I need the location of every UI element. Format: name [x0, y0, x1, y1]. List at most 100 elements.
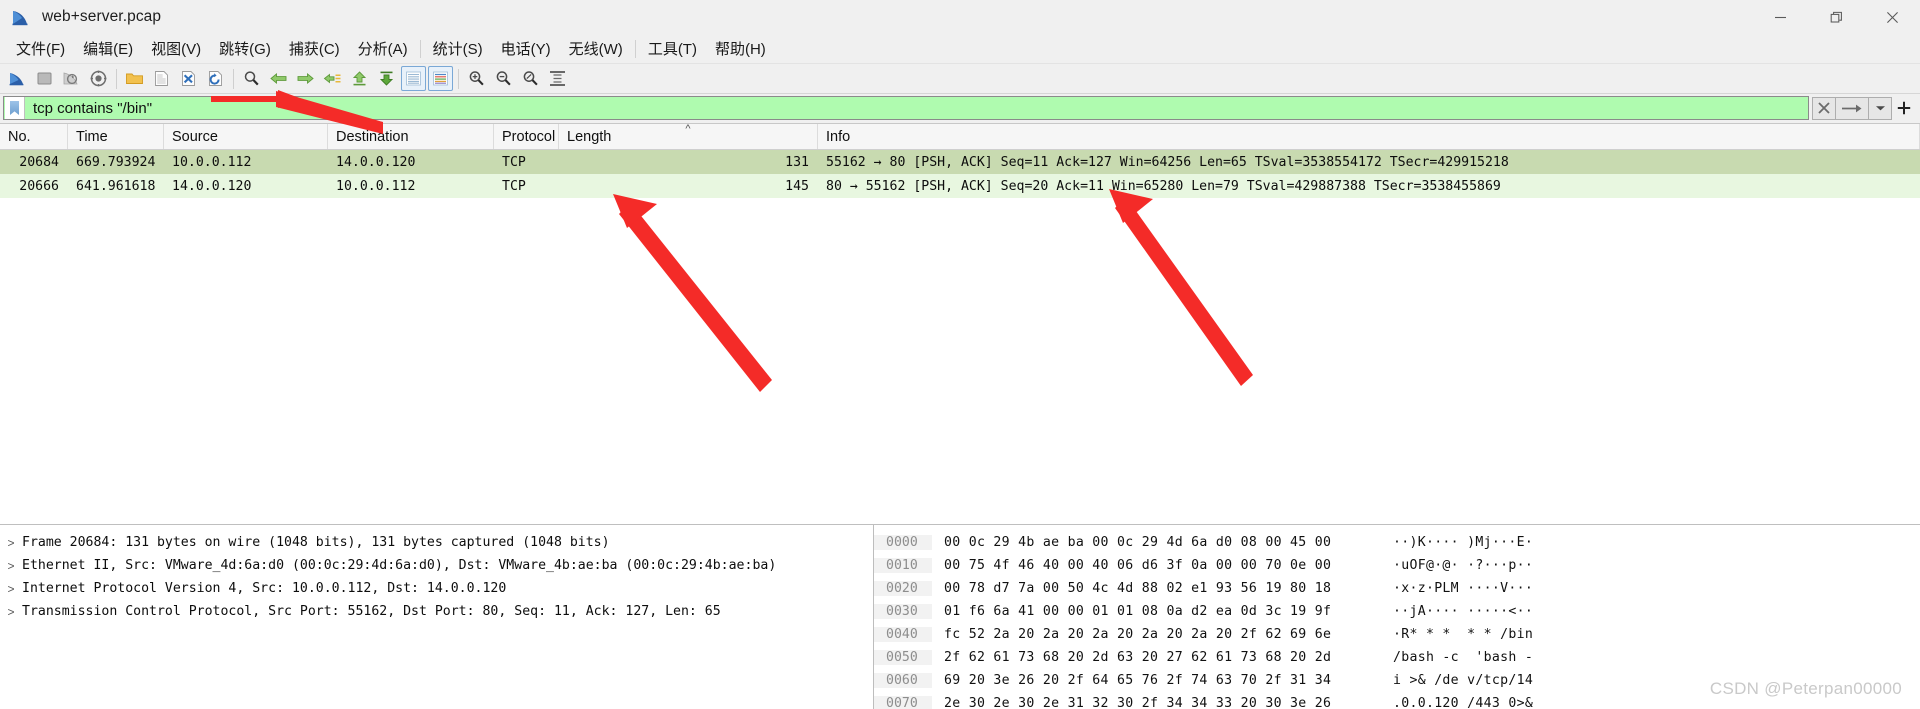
menu-statistics[interactable]: 统计(S)	[424, 35, 492, 63]
resize-columns-icon[interactable]	[545, 66, 570, 91]
toolbar-separator-1	[116, 68, 117, 89]
zoom-reset-icon[interactable]	[518, 66, 543, 91]
hex-ascii: ·R* * * * * /bin	[1393, 627, 1534, 642]
menu-go[interactable]: 跳转(G)	[210, 35, 280, 63]
close-file-icon[interactable]	[176, 66, 201, 91]
open-file-icon[interactable]	[122, 66, 147, 91]
hex-ascii: /bash -c 'bash -	[1393, 650, 1534, 665]
save-file-icon[interactable]	[149, 66, 174, 91]
menu-view[interactable]: 视图(V)	[142, 35, 210, 63]
hex-offset: 0030	[874, 604, 932, 619]
go-back-icon[interactable]	[266, 66, 291, 91]
menu-file[interactable]: 文件(F)	[7, 35, 74, 63]
menu-wireless[interactable]: 无线(W)	[560, 35, 632, 63]
csdn-watermark: CSDN @Peterpan00000	[1709, 679, 1902, 698]
hex-bytes: 00 78 d7 7a 00 50 4c 4d 88 02 e1 93 56 1…	[944, 581, 1332, 596]
expand-chevron-icon[interactable]: >	[0, 605, 22, 619]
column-length[interactable]: Length ^	[559, 124, 818, 149]
display-filter-input[interactable]: tcp contains "/bin"	[3, 96, 1809, 120]
column-time[interactable]: Time	[68, 124, 164, 149]
hex-bytes: fc 52 2a 20 2a 20 2a 20 2a 20 2a 20 2f 6…	[944, 627, 1332, 642]
column-protocol[interactable]: Protocol	[494, 124, 559, 149]
cell-info: 55162 → 80 [PSH, ACK] Seq=11 Ack=127 Win…	[826, 154, 1509, 170]
hex-row: 0050 2f 62 61 73 68 20 2d 63 20 27 62 61…	[874, 646, 1920, 669]
go-to-first-icon[interactable]	[347, 66, 372, 91]
menu-analyze[interactable]: 分析(A)	[349, 35, 417, 63]
sort-indicator-icon: ^	[685, 124, 691, 135]
window-title: web+server.pcap	[42, 8, 162, 25]
menu-telephony[interactable]: 电话(Y)	[492, 35, 560, 63]
hex-ascii: .0.0.120 /443 0>&	[1393, 696, 1534, 709]
toolbar-separator-3	[458, 68, 459, 89]
cell-length: 131	[785, 154, 809, 170]
restore-icon[interactable]	[1808, 0, 1864, 34]
hex-ascii: ··)K···· )Mj···E·	[1393, 535, 1534, 550]
find-packet-icon[interactable]	[239, 66, 264, 91]
hex-bytes: 2f 62 61 73 68 20 2d 63 20 27 62 61 73 6…	[944, 650, 1332, 665]
go-to-last-icon[interactable]	[374, 66, 399, 91]
hex-offset: 0010	[874, 558, 932, 573]
go-to-packet-icon[interactable]	[320, 66, 345, 91]
detail-row-frame[interactable]: > Frame 20684: 131 bytes on wire (1048 b…	[0, 531, 873, 554]
packet-list-empty-area	[0, 198, 1920, 524]
cell-info: 80 → 55162 [PSH, ACK] Seq=20 Ack=11 Win=…	[826, 178, 1501, 194]
packet-list-pane[interactable]: No. Time Source Destination Protocol Len…	[0, 124, 1920, 525]
expand-chevron-icon[interactable]: >	[0, 582, 22, 596]
detail-text-tcp: Transmission Control Protocol, Src Port:…	[22, 604, 721, 619]
minimize-icon[interactable]	[1752, 0, 1808, 34]
apply-filter-icon[interactable]	[1835, 96, 1869, 120]
cell-no: 20684	[19, 154, 59, 170]
add-filter-button-icon[interactable]	[1891, 97, 1917, 120]
column-info[interactable]: Info	[818, 124, 1920, 149]
column-source[interactable]: Source	[164, 124, 328, 149]
hex-row: 0000 00 0c 29 4b ae ba 00 0c 29 4d 6a d0…	[874, 531, 1920, 554]
detail-text-ipv4: Internet Protocol Version 4, Src: 10.0.0…	[22, 581, 507, 596]
hex-offset: 0060	[874, 673, 932, 688]
detail-row-ipv4[interactable]: > Internet Protocol Version 4, Src: 10.0…	[0, 577, 873, 600]
menu-help[interactable]: 帮助(H)	[706, 35, 775, 63]
close-icon[interactable]	[1864, 0, 1920, 34]
auto-scroll-icon[interactable]	[428, 66, 453, 91]
expand-chevron-icon[interactable]: >	[0, 559, 22, 573]
filter-bookmark-icon[interactable]	[5, 97, 25, 119]
filter-buttons	[1809, 96, 1917, 120]
hex-ascii: ·uOF@·@· ·?···p··	[1393, 558, 1534, 573]
menu-tools[interactable]: 工具(T)	[639, 35, 706, 63]
go-forward-icon[interactable]	[293, 66, 318, 91]
hex-ascii: i >& /de v/tcp/14	[1393, 673, 1534, 688]
detail-text-ethernet: Ethernet II, Src: VMware_4d:6a:d0 (00:0c…	[22, 558, 777, 573]
hex-ascii: ·x·z·PLM ····V···	[1393, 581, 1534, 596]
toolbar-separator-2	[233, 68, 234, 89]
hex-row: 0020 00 78 d7 7a 00 50 4c 4d 88 02 e1 93…	[874, 577, 1920, 600]
expand-chevron-icon[interactable]: >	[0, 536, 22, 550]
cell-time: 669.793924	[76, 154, 156, 170]
main-toolbar	[0, 64, 1920, 94]
hex-row: 0040 fc 52 2a 20 2a 20 2a 20 2a 20 2a 20…	[874, 623, 1920, 646]
table-row[interactable]: 20666 641.961618 14.0.0.120 10.0.0.112 T…	[0, 174, 1920, 198]
menu-bar: 文件(F) 编辑(E) 视图(V) 跳转(G) 捕获(C) 分析(A) 统计(S…	[0, 34, 1920, 64]
column-destination[interactable]: Destination	[328, 124, 494, 149]
stop-capture-icon[interactable]	[32, 66, 57, 91]
restart-capture-icon[interactable]	[59, 66, 84, 91]
clear-filter-icon[interactable]	[1812, 96, 1836, 120]
menu-capture[interactable]: 捕获(C)	[280, 35, 349, 63]
reload-file-icon[interactable]	[203, 66, 228, 91]
packet-list-header: No. Time Source Destination Protocol Len…	[0, 124, 1920, 150]
cell-length: 145	[785, 178, 809, 194]
cell-protocol: TCP	[502, 178, 526, 194]
zoom-out-icon[interactable]	[491, 66, 516, 91]
capture-options-icon[interactable]	[86, 66, 111, 91]
menu-edit[interactable]: 编辑(E)	[74, 35, 142, 63]
hex-bytes: 2e 30 2e 30 2e 31 32 30 2f 34 34 33 20 3…	[944, 696, 1332, 709]
detail-row-ethernet[interactable]: > Ethernet II, Src: VMware_4d:6a:d0 (00:…	[0, 554, 873, 577]
start-capture-icon[interactable]	[5, 66, 30, 91]
display-filter-value[interactable]: tcp contains "/bin"	[25, 100, 152, 117]
column-no[interactable]: No.	[0, 124, 68, 149]
zoom-in-icon[interactable]	[464, 66, 489, 91]
packet-details-pane[interactable]: > Frame 20684: 131 bytes on wire (1048 b…	[0, 525, 874, 709]
hex-ascii: ··jA···· ·····<··	[1393, 604, 1534, 619]
colorize-icon[interactable]	[401, 66, 426, 91]
table-row[interactable]: 20684 669.793924 10.0.0.112 14.0.0.120 T…	[0, 150, 1920, 174]
chevron-down-icon[interactable]	[1868, 96, 1892, 120]
detail-row-tcp[interactable]: > Transmission Control Protocol, Src Por…	[0, 600, 873, 623]
